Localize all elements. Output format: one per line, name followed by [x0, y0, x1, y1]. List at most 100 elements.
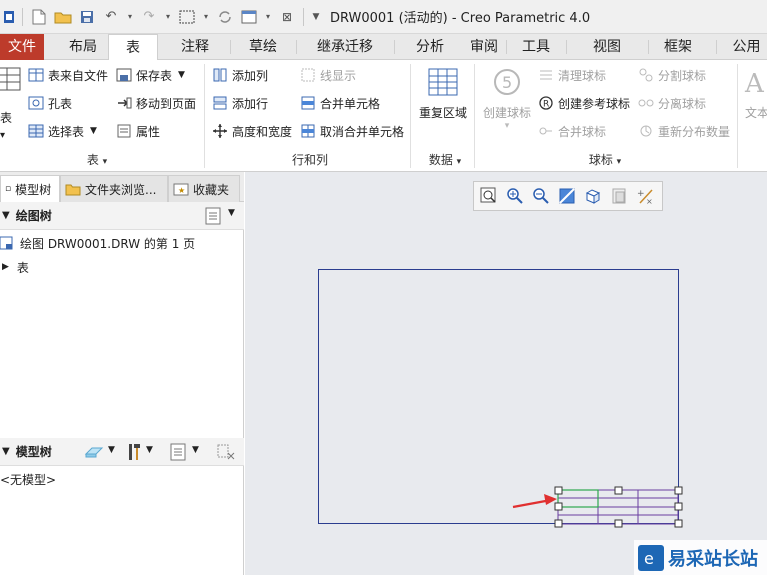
tab-sketch[interactable]: 草绘: [232, 34, 294, 60]
dropdown-icon[interactable]: ▾: [202, 8, 210, 26]
merge-balloon-button[interactable]: 合并球标: [538, 120, 606, 142]
tab-table[interactable]: 表: [108, 34, 158, 61]
regenerate-icon[interactable]: [216, 8, 234, 26]
tree-settings-icon[interactable]: [204, 207, 222, 228]
dropdown-icon[interactable]: ▾: [164, 8, 172, 26]
detach-balloon-button[interactable]: 分离球标: [638, 92, 706, 114]
clean-balloon-button[interactable]: 清理球标: [538, 64, 606, 86]
tab-layout[interactable]: 布局: [58, 34, 108, 60]
dropdown-icon[interactable]: ▾: [126, 8, 134, 26]
add-row-button[interactable]: 添加行: [212, 92, 268, 114]
line-display-button[interactable]: 线显示: [300, 64, 356, 86]
save-table-button[interactable]: 保存表 ▼: [116, 64, 185, 86]
detach-balloon-label: 分离球标: [658, 96, 707, 111]
repeat-region-label: 重复区域: [418, 106, 467, 120]
tab-tools[interactable]: 工具: [508, 34, 564, 60]
open-folder-icon[interactable]: [54, 8, 72, 26]
collapse-arrow-icon[interactable]: ▼: [2, 446, 10, 457]
svg-text:R: R: [543, 100, 549, 110]
properties-button[interactable]: 属性: [116, 120, 160, 142]
drawing-table[interactable]: [557, 489, 679, 525]
text-a-icon: A: [743, 66, 767, 99]
redo-icon[interactable]: ↷: [140, 8, 158, 26]
create-balloon-button[interactable]: 5 创建球标 ▾: [478, 66, 536, 131]
separator: [716, 40, 717, 54]
chevron-down-icon: ▾: [504, 121, 510, 131]
create-ref-balloon-button[interactable]: R 创建参考球标: [538, 92, 630, 114]
tab-model-tree[interactable]: ▫ 模型树: [0, 175, 60, 202]
filter-icon[interactable]: [216, 443, 236, 464]
tab-analysis[interactable]: 分析: [396, 34, 464, 60]
close-window-icon[interactable]: ⊠: [278, 8, 296, 26]
ribbon: 表 ▾ 表来自文件 保存表 ▼ 孔表 移动到页面 选择表 ▼ 属性 表 ▾ 添加…: [0, 60, 767, 172]
tab-view[interactable]: 视图: [568, 34, 646, 60]
split-balloon-button[interactable]: 分割球标: [638, 64, 706, 86]
move-to-page-button[interactable]: 移动到页面: [116, 92, 196, 114]
left-panel: ▫ 模型树 文件夹浏览... ★ 收藏夹 ▼ 绘图树 ▼ 绘图 DRW0001.…: [0, 172, 244, 575]
tab-favorites-label: 收藏夹: [193, 182, 230, 197]
graphics-canvas[interactable]: + ×: [245, 172, 767, 575]
tree-item-drawing-sheet[interactable]: 绘图 DRW0001.DRW 的第 1 页: [0, 232, 195, 254]
select-box-icon[interactable]: [178, 8, 196, 26]
model-tree-header: ▼ 模型树 ▼ ▼ ▼: [0, 438, 244, 466]
line-display-label: 线显示: [320, 68, 357, 83]
new-file-icon[interactable]: [30, 8, 48, 26]
tab-favorites[interactable]: ★ 收藏夹: [168, 175, 240, 202]
tab-folder-browser[interactable]: 文件夹浏览...: [60, 175, 168, 202]
chevron-down-icon[interactable]: ▼: [228, 208, 235, 218]
tab-frame[interactable]: 框架: [650, 34, 706, 60]
table-group-label[interactable]: 表 ▾: [72, 151, 122, 168]
customize-dropdown-icon[interactable]: ▼: [311, 8, 321, 26]
tab-review[interactable]: 审阅: [464, 34, 504, 60]
separator: [737, 64, 738, 168]
merge-cells-button[interactable]: 合并单元格: [300, 92, 380, 114]
add-column-button[interactable]: 添加列: [212, 64, 268, 86]
svg-text:★: ★: [178, 186, 185, 195]
unmerge-cells-button[interactable]: 取消合并单元格: [300, 120, 404, 142]
rows-cols-group-label: 行和列: [291, 153, 328, 167]
chevron-down-icon: ▾: [0, 129, 6, 141]
title-bar: ↶ ▾ ↷ ▾ ▾ ▾ ⊠ ▼ DRW0001 (活动的) - Creo Par…: [0, 0, 767, 34]
select-table-button[interactable]: 选择表 ▼: [28, 120, 97, 142]
tab-annotate[interactable]: 注释: [162, 34, 228, 60]
dropdown-icon[interactable]: ▾: [264, 8, 272, 26]
data-group-label[interactable]: 数据 ▾: [420, 151, 470, 168]
tab-file[interactable]: 文件: [0, 34, 44, 60]
table-from-file-icon: [28, 67, 44, 83]
settings-list-icon[interactable]: [170, 443, 186, 464]
text-button-partial[interactable]: A 文本: [742, 66, 767, 121]
table-button-partial[interactable]: [0, 67, 22, 91]
canvas-overlay: [512, 486, 683, 528]
clean-balloon-label: 清理球标: [558, 68, 607, 83]
expand-arrow-icon[interactable]: ▶: [2, 262, 9, 272]
height-width-button[interactable]: 高度和宽度: [212, 120, 292, 142]
data-group-label-text: 数据: [428, 153, 453, 167]
tab-common[interactable]: 公用: [726, 34, 767, 60]
tab-model-tree-label: 模型树: [15, 182, 52, 197]
repeat-region-button[interactable]: 重复区域: [414, 66, 472, 121]
balloon-group-label[interactable]: 球标 ▾: [580, 151, 630, 168]
redistribute-qty-button[interactable]: 重新分布数量: [638, 120, 730, 142]
hole-table-button[interactable]: 孔表: [28, 92, 72, 114]
save-icon[interactable]: [78, 8, 96, 26]
chevron-down-icon[interactable]: ▼: [108, 445, 115, 455]
tree-icon: ▫: [5, 184, 12, 194]
show-icon[interactable]: [84, 444, 104, 463]
separator: [230, 40, 231, 54]
line-display-icon: [300, 67, 316, 83]
undo-icon[interactable]: ↶: [102, 8, 120, 26]
chevron-down-icon[interactable]: ▼: [192, 445, 199, 455]
tools-icon[interactable]: [126, 443, 142, 464]
red-arrow-annotation: [512, 494, 557, 509]
save-table-label: 保存表: [136, 68, 173, 83]
tree-item-table[interactable]: ▶ 表: [0, 256, 29, 278]
window-icon[interactable]: [240, 8, 258, 26]
table-from-file-button[interactable]: 表来自文件: [28, 64, 108, 86]
move-to-page-label: 移动到页面: [136, 96, 197, 111]
collapse-arrow-icon[interactable]: ▼: [2, 210, 10, 221]
redistribute-icon: [638, 123, 654, 139]
redistribute-qty-label: 重新分布数量: [658, 124, 731, 139]
chevron-down-icon[interactable]: ▼: [146, 445, 153, 455]
tab-legacy-migration[interactable]: 继承迁移: [298, 34, 392, 60]
chevron-down-icon: ▾: [616, 157, 622, 167]
